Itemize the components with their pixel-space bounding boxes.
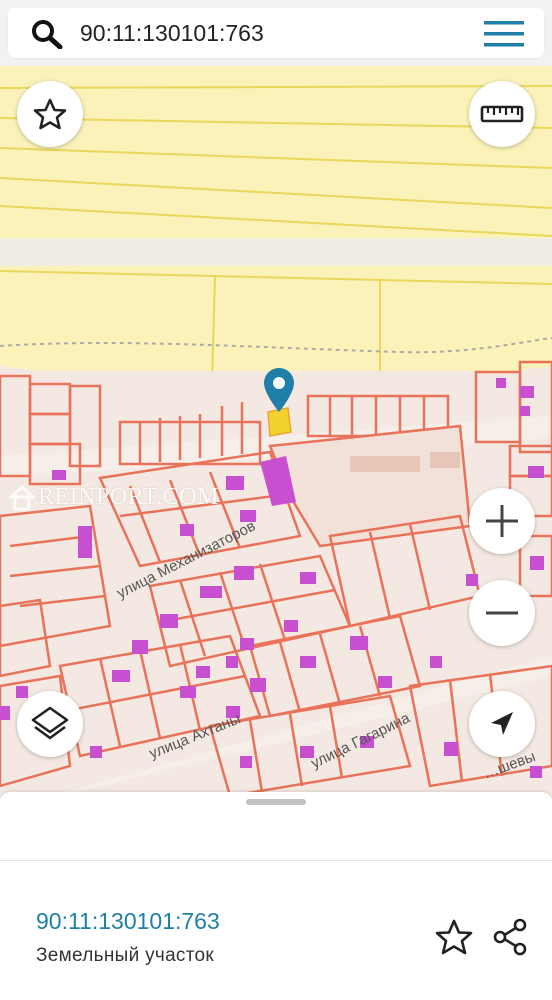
layers-icon: [31, 706, 69, 740]
cadastral-map[interactable]: REINPORT.COM улица Механизаторов улица А…: [0, 66, 552, 796]
sheet-drag-handle[interactable]: [246, 799, 306, 805]
map-canvas[interactable]: [0, 66, 552, 796]
star-outline-icon[interactable]: [434, 918, 474, 956]
parcel-type: Земельный участок: [36, 945, 215, 966]
navigation-arrow-icon: [491, 712, 513, 735]
minus-icon: [486, 611, 518, 615]
search-bar[interactable]: [8, 8, 544, 58]
parcel-info-sheet[interactable]: 90:11:130101:763 Земельный участок: [0, 792, 552, 1000]
favorite-button[interactable]: [17, 81, 83, 147]
plus-icon: [486, 505, 518, 537]
share-icon[interactable]: [491, 918, 529, 956]
ruler-icon: [480, 105, 524, 123]
layers-button[interactable]: [17, 691, 83, 757]
hamburger-menu-icon[interactable]: [484, 21, 524, 47]
search-input[interactable]: [80, 16, 460, 50]
search-icon[interactable]: [30, 19, 66, 49]
zoom-in-button[interactable]: [469, 488, 535, 554]
house-logo-icon: [8, 485, 36, 511]
watermark: REINPORT.COM: [8, 484, 219, 511]
parcel-cadastral-number[interactable]: 90:11:130101:763: [36, 908, 220, 935]
top-bar: [0, 0, 552, 66]
sheet-divider: [0, 860, 552, 861]
zoom-out-button[interactable]: [469, 580, 535, 646]
locate-button[interactable]: [469, 691, 535, 757]
map-pin-icon[interactable]: [264, 368, 294, 412]
watermark-text: REINPORT.COM: [38, 484, 219, 510]
ruler-button[interactable]: [469, 81, 535, 147]
star-outline-icon: [33, 98, 67, 130]
